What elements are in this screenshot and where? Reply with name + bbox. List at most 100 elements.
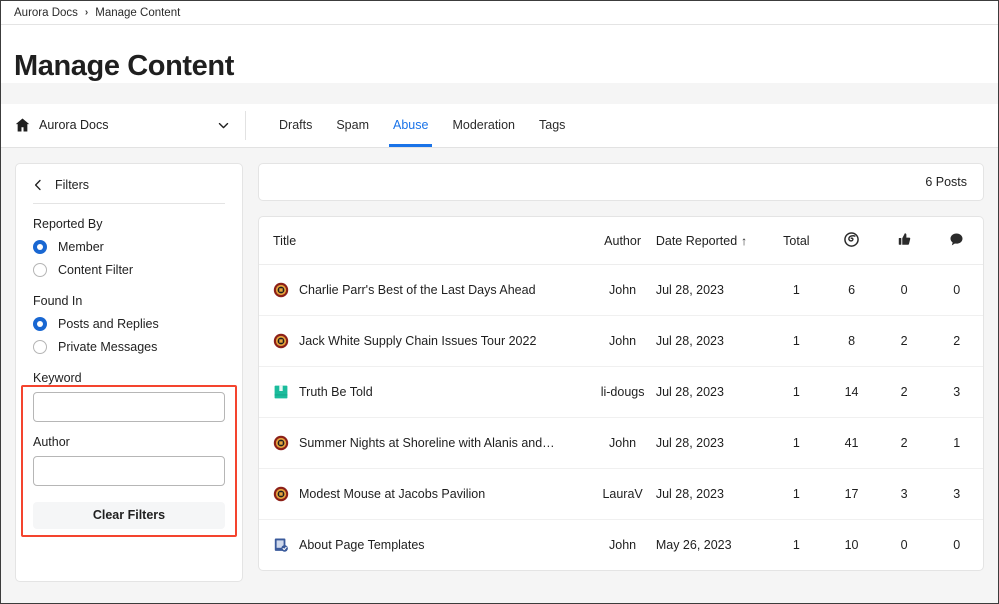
cell-total: 1 bbox=[767, 468, 826, 520]
cell-author: LauraV bbox=[589, 468, 656, 520]
filters-panel: Filters Reported By Member Content Filte… bbox=[15, 162, 243, 582]
cell-author: John bbox=[589, 264, 656, 316]
breadcrumb: Aurora Docs › Manage Content bbox=[1, 1, 998, 25]
context-bar: Aurora Docs Drafts Spam Abuse Moderation… bbox=[1, 103, 998, 148]
discussion-icon bbox=[273, 333, 289, 349]
radio-icon-content-filter[interactable] bbox=[33, 262, 47, 277]
post-title-link[interactable]: Modest Mouse at Jacobs Pavilion bbox=[299, 487, 485, 501]
cell-replies: 2 bbox=[930, 315, 983, 367]
tab-drafts[interactable]: Drafts bbox=[267, 104, 324, 147]
column-header-total[interactable]: Total bbox=[767, 216, 826, 265]
page-approved-icon bbox=[273, 537, 289, 553]
cell-title: Summer Nights at Shoreline with Alanis a… bbox=[259, 417, 590, 469]
post-title-link[interactable]: About Page Templates bbox=[299, 538, 425, 552]
filters-collapse-button[interactable]: Filters bbox=[33, 178, 225, 192]
tab-spam[interactable]: Spam bbox=[324, 104, 381, 147]
space-selector[interactable]: Aurora Docs bbox=[1, 104, 246, 147]
posts-table-card: Title Author Date Reported ↑ Total Charl… bbox=[258, 215, 984, 571]
cell-author: John bbox=[589, 315, 656, 367]
cell-replies: 0 bbox=[930, 264, 983, 316]
cell-title: Charlie Parr's Best of the Last Days Ahe… bbox=[259, 264, 590, 316]
author-input[interactable] bbox=[33, 455, 225, 486]
table-row[interactable]: Summer Nights at Shoreline with Alanis a… bbox=[259, 417, 983, 469]
radio-option-member[interactable]: Member bbox=[33, 239, 225, 254]
posts-table: Title Author Date Reported ↑ Total Charl… bbox=[259, 216, 983, 570]
cell-date-reported: Jul 28, 2023 bbox=[655, 315, 768, 367]
content-tabs: Drafts Spam Abuse Moderation Tags bbox=[246, 104, 577, 147]
column-header-views[interactable] bbox=[825, 216, 878, 265]
breadcrumb-root-link[interactable]: Aurora Docs bbox=[14, 7, 78, 19]
radio-icon-private-messages[interactable] bbox=[33, 339, 47, 354]
table-row[interactable]: Charlie Parr's Best of the Last Days Ahe… bbox=[259, 264, 983, 316]
column-header-author[interactable]: Author bbox=[589, 216, 656, 265]
filter-group-label-reported-by: Reported By bbox=[33, 216, 103, 231]
cell-date-reported: Jul 28, 2023 bbox=[655, 417, 768, 469]
page-title: Manage Content bbox=[14, 50, 234, 82]
cell-replies: 0 bbox=[953, 537, 961, 552]
cell-likes: 0 bbox=[900, 537, 908, 552]
filter-group-label-found-in: Found In bbox=[33, 293, 83, 308]
cell-views: 17 bbox=[825, 468, 878, 520]
table-row[interactable]: Truth Be Told li-dougs Jul 28, 2023 1 14… bbox=[259, 366, 983, 418]
cell-total: 1 bbox=[767, 315, 826, 367]
chevron-left-icon bbox=[33, 179, 43, 191]
column-header-replies[interactable] bbox=[930, 216, 983, 265]
tab-moderation[interactable]: Moderation bbox=[440, 104, 527, 147]
post-title-link[interactable]: Jack White Supply Chain Issues Tour 2022 bbox=[299, 334, 536, 348]
cell-author: John bbox=[589, 417, 656, 469]
cell-title: About Page Templates bbox=[259, 519, 589, 570]
radio-label-posts-and-replies: Posts and Replies bbox=[58, 316, 159, 331]
radio-icon-member[interactable] bbox=[33, 239, 47, 254]
filters-divider bbox=[33, 202, 225, 204]
tab-abuse[interactable]: Abuse bbox=[381, 104, 440, 147]
column-header-date-reported[interactable]: Date Reported ↑ bbox=[655, 216, 768, 265]
radio-option-posts-and-replies[interactable]: Posts and Replies bbox=[33, 316, 225, 331]
cell-views: 41 bbox=[825, 417, 878, 469]
table-row[interactable]: Jack White Supply Chain Issues Tour 2022… bbox=[259, 315, 983, 367]
tab-tags[interactable]: Tags bbox=[527, 104, 577, 147]
clear-filters-button[interactable]: Clear Filters bbox=[33, 501, 225, 529]
post-title-link[interactable]: Truth Be Told bbox=[299, 385, 373, 399]
radio-option-private-messages[interactable]: Private Messages bbox=[33, 339, 225, 354]
cell-replies: 1 bbox=[930, 417, 983, 469]
column-header-likes[interactable] bbox=[877, 216, 931, 265]
comment-icon bbox=[949, 232, 964, 250]
posts-table-body: Charlie Parr's Best of the Last Days Ahe… bbox=[259, 264, 983, 570]
column-header-date-reported-label: Date Reported bbox=[655, 233, 738, 248]
cell-views: 6 bbox=[825, 264, 878, 316]
discussion-icon bbox=[273, 282, 289, 298]
cell-date-reported: Jul 28, 2023 bbox=[655, 366, 768, 418]
radio-icon-posts-and-replies[interactable] bbox=[33, 316, 47, 331]
posts-table-head: Title Author Date Reported ↑ Total bbox=[259, 216, 983, 265]
cell-views: 8 bbox=[825, 315, 878, 367]
results-count-label: 6 Posts bbox=[925, 174, 967, 189]
post-title-link[interactable]: Summer Nights at Shoreline with Alanis a… bbox=[299, 436, 555, 450]
column-header-title[interactable]: Title bbox=[259, 216, 590, 265]
field-spacer bbox=[33, 422, 225, 435]
discussion-icon bbox=[273, 435, 289, 451]
cell-date-reported: Jul 28, 2023 bbox=[655, 468, 768, 520]
results-count-card: 6 Posts bbox=[258, 162, 984, 201]
cell-title: Jack White Supply Chain Issues Tour 2022 bbox=[259, 315, 590, 367]
page-body: Filters Reported By Member Content Filte… bbox=[1, 147, 998, 582]
cell-likes: 2 bbox=[877, 315, 931, 367]
table-row[interactable]: About Page Templates John May 26, 2023 1… bbox=[259, 519, 983, 570]
table-header-row: Title Author Date Reported ↑ Total bbox=[259, 216, 983, 265]
cell-total: 1 bbox=[767, 264, 826, 316]
keyword-input[interactable] bbox=[33, 391, 225, 422]
radio-label-content-filter: Content Filter bbox=[58, 262, 134, 277]
views-icon bbox=[844, 232, 859, 250]
home-icon bbox=[15, 118, 30, 132]
post-title-link[interactable]: Charlie Parr's Best of the Last Days Ahe… bbox=[299, 283, 536, 297]
cell-replies: 3 bbox=[930, 366, 983, 418]
cell-views: 14 bbox=[825, 366, 878, 418]
cell-views: 10 bbox=[844, 537, 859, 552]
breadcrumb-separator-icon: › bbox=[84, 6, 89, 18]
blog-icon bbox=[273, 384, 289, 400]
group-spacer-2 bbox=[33, 363, 225, 371]
table-row[interactable]: Modest Mouse at Jacobs Pavilion LauraV J… bbox=[259, 468, 983, 520]
radio-option-content-filter[interactable]: Content Filter bbox=[33, 262, 225, 277]
cell-title: Modest Mouse at Jacobs Pavilion bbox=[259, 468, 590, 520]
cell-date-reported: May 26, 2023 bbox=[655, 537, 732, 552]
